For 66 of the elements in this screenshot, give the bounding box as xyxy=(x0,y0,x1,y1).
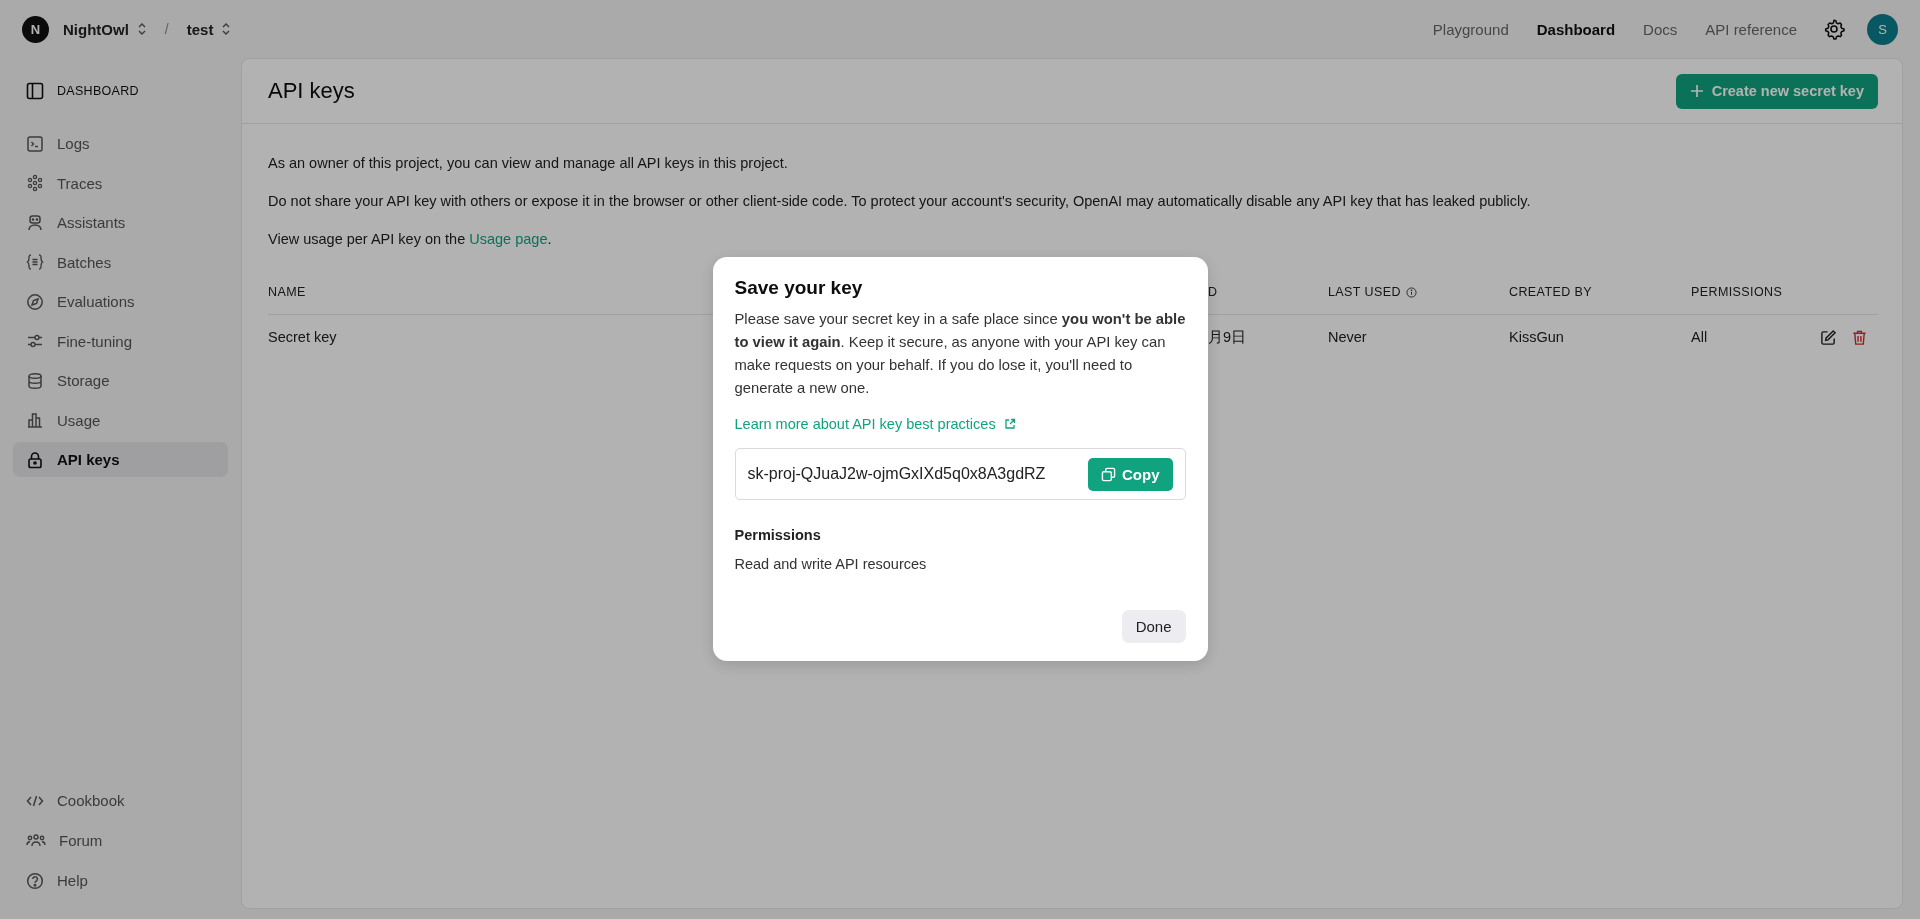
settings-icon[interactable] xyxy=(1823,18,1845,40)
bar-chart-icon xyxy=(26,411,44,429)
usage-page-link[interactable]: Usage page xyxy=(469,231,548,247)
nav-link[interactable]: Docs xyxy=(1643,20,1678,38)
sidebar-panel-icon[interactable] xyxy=(26,82,44,100)
create-key-button[interactable]: Create new secret key xyxy=(1675,73,1878,109)
lock-icon xyxy=(26,450,44,469)
help-icon xyxy=(26,871,44,890)
project-switcher[interactable]: test xyxy=(182,20,236,38)
table-cell: Secret key xyxy=(268,329,337,345)
description-text: Do not share your API key with others or expose it in the browser or other client-side code. To protect your account's security, OpenAI may automatically disable any API key that has leaked publicly. xyxy=(268,192,1532,211)
external-link-icon xyxy=(1003,418,1016,430)
sidebar-item[interactable]: Traces xyxy=(13,165,228,201)
info-icon xyxy=(1405,286,1417,298)
column-header: D xyxy=(1208,285,1218,299)
dialog-message: Please save your secret key in a safe place since you won't be able to view it again. Keep it secure, as anyone with your API key can make requests on your behalf. If you do lose it, you'll need to generate a new one. xyxy=(734,310,1186,398)
column-header: PERMISSIONS xyxy=(1691,285,1783,299)
copy-icon xyxy=(1101,466,1116,482)
trash-icon[interactable] xyxy=(1851,328,1868,346)
sidebar-item[interactable]: API keys xyxy=(13,442,228,477)
braces-list-icon xyxy=(26,253,44,271)
nav-link[interactable]: API reference xyxy=(1705,20,1797,38)
sidebar-heading: DASHBOARD xyxy=(57,84,139,98)
sidebar-item[interactable]: Evaluations xyxy=(13,284,228,319)
nav-link[interactable]: Playground xyxy=(1432,20,1509,38)
database-icon xyxy=(26,371,44,390)
sidebar-link[interactable]: Cookbook xyxy=(13,783,228,818)
chevron-updown-icon xyxy=(136,22,147,36)
nav-link[interactable]: Dashboard xyxy=(1536,20,1616,38)
compass-icon xyxy=(26,292,44,311)
sidebar-link[interactable]: Help xyxy=(13,863,228,898)
sliders-icon xyxy=(26,332,44,350)
sidebar-item[interactable]: Batches xyxy=(13,244,228,280)
page-title: API keys xyxy=(268,78,355,104)
sidebar-item[interactable]: Logs xyxy=(13,126,228,161)
column-header: CREATED BY xyxy=(1509,285,1592,299)
organization-avatar: N xyxy=(22,15,49,43)
breadcrumb-separator: / xyxy=(164,21,169,37)
permissions-value: Read and write API resources xyxy=(734,556,928,572)
plus-icon xyxy=(1689,84,1704,98)
sidebar-item[interactable]: Storage xyxy=(13,363,228,398)
dots-cluster-icon xyxy=(26,174,44,192)
done-button[interactable]: Done xyxy=(1121,610,1186,643)
description-text: As an owner of this project, you can view and manage all API keys in this project. xyxy=(268,154,789,173)
column-header: LAST USED xyxy=(1328,285,1417,299)
sidebar-item[interactable]: Fine-tuning xyxy=(13,323,228,359)
table-cell: All xyxy=(1691,329,1708,345)
terminal-icon xyxy=(26,134,44,153)
table-cell: KissGun xyxy=(1509,329,1564,345)
best-practices-link[interactable]: Learn more about API key best practices xyxy=(734,416,1016,432)
organization-switcher[interactable]: NightOwl xyxy=(59,20,151,38)
chevron-updown-icon xyxy=(221,22,232,36)
sidebar-link[interactable]: Forum xyxy=(13,823,228,858)
user-avatar[interactable]: S xyxy=(1867,13,1898,45)
table-cell: Never xyxy=(1328,329,1367,345)
column-header: NAME xyxy=(268,285,306,299)
permissions-label: Permissions xyxy=(734,527,822,543)
table-cell: 月9日 xyxy=(1208,327,1247,347)
usage-note: View usage per API key on the Usage page. xyxy=(268,230,553,249)
sidebar-item[interactable]: Usage xyxy=(13,402,228,438)
copy-button[interactable]: Copy xyxy=(1088,457,1173,491)
robot-icon xyxy=(26,213,44,232)
sidebar-item[interactable]: Assistants xyxy=(13,205,228,240)
edit-icon[interactable] xyxy=(1820,328,1837,346)
dialog-title: Save your key xyxy=(734,277,864,299)
secret-key-field[interactable]: sk-proj-QJuaJ2w-ojmGxIXd5q0x8A3gdRZ Copy xyxy=(734,448,1186,500)
